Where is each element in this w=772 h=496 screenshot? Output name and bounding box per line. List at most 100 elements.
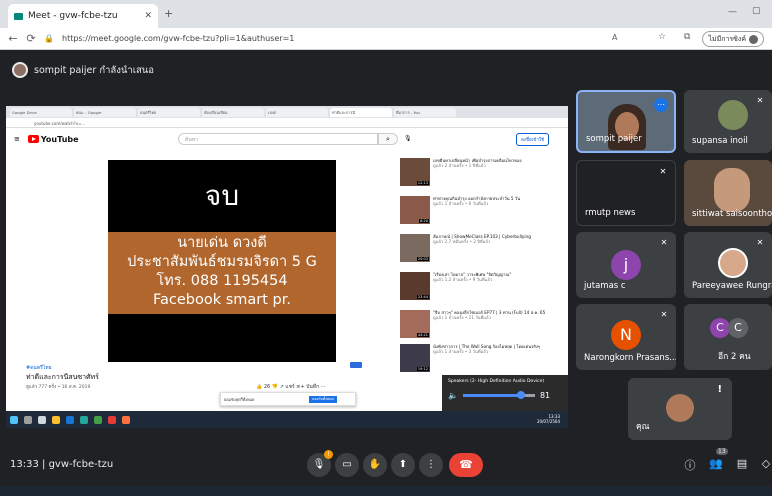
self-face — [666, 394, 694, 422]
app-icon[interactable] — [122, 415, 130, 424]
participant-avatar — [718, 100, 748, 130]
inner-tab[interactable]: ห้องเรียนเขียน — [202, 108, 264, 117]
participant-tile-pareeyawee[interactable]: ✕ Pareeyawee Rungrat... — [684, 232, 772, 298]
participant-tile-jutamas[interactable]: j ✕ jutamas c — [576, 232, 676, 298]
new-tab-icon[interactable]: + — [164, 7, 173, 20]
back-icon[interactable]: ← — [4, 32, 22, 45]
recommendation-meta: ดูแล้ว 2 ล้านครั้ง • 1 ปีที่แล้ว — [433, 163, 486, 169]
inner-tab-active[interactable]: ท่าดีและการนี — [330, 108, 392, 117]
inner-address-bar: youtube.com/watch?v=... — [6, 118, 568, 128]
url-field[interactable]: https://meet.google.com/gvw-fcbe-tzu?pli… — [62, 34, 294, 43]
collections-icon[interactable]: ⧉ — [684, 32, 690, 42]
chat-icon[interactable]: ▤ — [734, 457, 750, 470]
meet-tab[interactable]: Meet - gvw-fcbe-tzu ✕ — [8, 4, 158, 28]
people-count-badge: 13 — [716, 448, 728, 455]
profile-label: ไม่มีการซิงค์ — [708, 34, 746, 43]
participant-tile-more[interactable]: C C อีก 2 คน — [684, 304, 772, 370]
participant-name: sompit paijer — [586, 134, 642, 144]
inner-tab[interactable]: คณะ - Google — [74, 108, 136, 117]
meeting-code: gvw-fcbe-tzu — [48, 458, 114, 470]
activities-icon[interactable]: ◇ — [758, 457, 772, 470]
participant-avatar: j — [611, 250, 641, 280]
recommendation-item[interactable]: 20:03 สัมภาษณ์ | ShowMeClass EP.103 | Cy… — [400, 234, 560, 264]
video-actions[interactable]: 👍 26 👎 ↗ แชร์ ≡+ บันทึก ⋯ — [256, 383, 326, 391]
recommendation-item[interactable]: 44:21 "จีบ สาวๆ" คลองลึกไซเบอร์ EP77 | 3… — [400, 310, 560, 340]
participant-tile-sompit[interactable]: ⋯ sompit paijer — [576, 90, 676, 153]
speaker-icon[interactable]: 🔈 — [448, 391, 458, 400]
recommendation-item[interactable]: 23:44 "เรื่องเล่า ไดอาล" วาระพิเศษ "จิตว… — [400, 272, 560, 302]
duration-badge: 19:12 — [416, 367, 429, 371]
youtube-search-input[interactable]: ค้นหา — [178, 133, 378, 145]
mail-icon[interactable] — [66, 415, 74, 424]
recommendation-meta: ดูแล้ว 1 ล้านครั้ง • 3 วันที่แล้ว — [433, 349, 489, 355]
more-options-icon[interactable]: ⋯ — [654, 98, 668, 112]
chrome-icon[interactable] — [94, 415, 102, 424]
mic-warning-icon: ! — [324, 450, 333, 459]
restore-icon[interactable]: ▢ — [752, 6, 761, 16]
search-icon[interactable]: ⌕ — [378, 133, 398, 145]
participant-name: rmutp news — [585, 208, 636, 218]
present-button[interactable]: ⬆ — [391, 453, 415, 477]
raise-hand-button[interactable]: ✋ — [363, 453, 387, 477]
accept-cookies-button[interactable]: ยอมรับทั้งหมด — [309, 396, 337, 403]
inner-tab[interactable]: LINE — [266, 108, 328, 117]
presenter-text: sompit paijer กำลังนำเสนอ — [34, 64, 154, 76]
inner-tab[interactable]: ที่มาการ - You — [394, 108, 456, 117]
speaker-device[interactable]: Speakers (2- High Definition Audio Devic… — [448, 379, 562, 384]
minimize-icon[interactable]: — — [728, 7, 737, 17]
participant-tile-narongkorn[interactable]: N ✕ Narongkorn Prasans... — [576, 304, 676, 370]
cookie-text: ยอมรับคุกกี้ทั้งหมด — [224, 397, 255, 402]
participant-tile-supansa[interactable]: ✕ supansa inoil — [684, 90, 772, 153]
self-view-tile[interactable]: ! คุณ — [628, 378, 732, 440]
video-hashtag[interactable]: #ดนตรีไทย — [26, 364, 52, 372]
windows-taskbar — [0, 486, 772, 496]
alert-icon: ! — [717, 384, 722, 395]
sign-in-button[interactable]: ลงชื่อเข้าใช้ — [516, 133, 550, 146]
browser-tab-bar: Meet - gvw-fcbe-tzu ✕ + — ▢ — [0, 0, 772, 28]
camera-button[interactable]: ▭ — [335, 453, 359, 477]
inner-tab[interactable]: ดนตรีไทย — [138, 108, 200, 117]
windows-icon[interactable] — [10, 415, 18, 424]
read-aloud-icon[interactable]: A — [612, 33, 617, 42]
subscribe-button[interactable] — [350, 362, 362, 368]
close-tab-icon[interactable]: ✕ — [144, 11, 152, 21]
profile-button[interactable]: ไม่มีการซิงค์ — [702, 31, 764, 47]
youtube-logo[interactable]: YouTube — [27, 135, 79, 144]
youtube-play-icon — [27, 135, 39, 143]
end-call-button[interactable]: ☎ — [449, 453, 483, 477]
info-icon[interactable]: ⓘ — [682, 457, 698, 473]
word-icon[interactable] — [108, 415, 116, 424]
mic-off-icon: ✕ — [756, 96, 764, 105]
more-options-button[interactable]: ⋮ — [419, 453, 443, 477]
meeting-time: 13:33 — [10, 458, 39, 470]
favorites-icon[interactable]: ☆ — [658, 32, 666, 42]
volume-slider[interactable] — [462, 391, 535, 399]
video-player[interactable]: จบ นายเด่น ดวงดี ประชาสัมพันธ์ชมรมจิรดา … — [108, 160, 336, 362]
participant-tile-rmutp[interactable]: ✕ rmutp news — [576, 160, 676, 226]
lock-icon[interactable]: 🔒 — [40, 34, 58, 43]
inner-tab[interactable]: Google Drive — [10, 108, 72, 117]
recommendation-item[interactable]: 19:12 นั่งฟังข่าวการ | The Wall Song ร้อ… — [400, 344, 560, 374]
participant-tile-sittiwat[interactable]: sittiwat saisoonthorn — [684, 160, 772, 226]
recommendation-meta: ดูแล้ว 1 ล้านครั้ง • 11 วันที่แล้ว — [433, 315, 491, 321]
recommendation-item[interactable]: 12:13 เลขยืนหาเปลี่ยนหน้า เพื่อบำรุงการเ… — [400, 158, 560, 188]
menu-icon[interactable]: ≡ — [14, 135, 20, 143]
more-participants-label: อีก 2 คน — [718, 352, 751, 362]
taskview-icon[interactable] — [38, 415, 46, 424]
participant-name: jutamas c — [584, 281, 626, 291]
video-title-text: จบ — [204, 179, 240, 212]
folder-icon[interactable] — [52, 415, 60, 424]
recommendation-item[interactable]: 8:20 ท่าทางคุณกินบำรุง ออกกำลังกายประจำว… — [400, 196, 560, 226]
people-icon[interactable]: 👥 13 — [708, 448, 728, 470]
participant-avatar: N — [611, 320, 641, 350]
presenter-banner: sompit paijer กำลังนำเสนอ — [0, 56, 772, 84]
volume-knob[interactable] — [517, 391, 526, 399]
caption-line: ประชาสัมพันธ์ชมรมจิรดา 5 G — [127, 254, 317, 270]
mic-icon[interactable]: 🎙 — [404, 135, 412, 142]
reload-icon[interactable]: ⟳ — [22, 32, 40, 45]
edge-icon[interactable] — [80, 415, 88, 424]
participant-name: Pareeyawee Rungrat... — [692, 281, 772, 291]
search-icon[interactable] — [24, 415, 32, 424]
recommendation-thumbnail: 19:12 — [400, 344, 430, 372]
mic-button[interactable]: 🎙! — [307, 450, 333, 477]
